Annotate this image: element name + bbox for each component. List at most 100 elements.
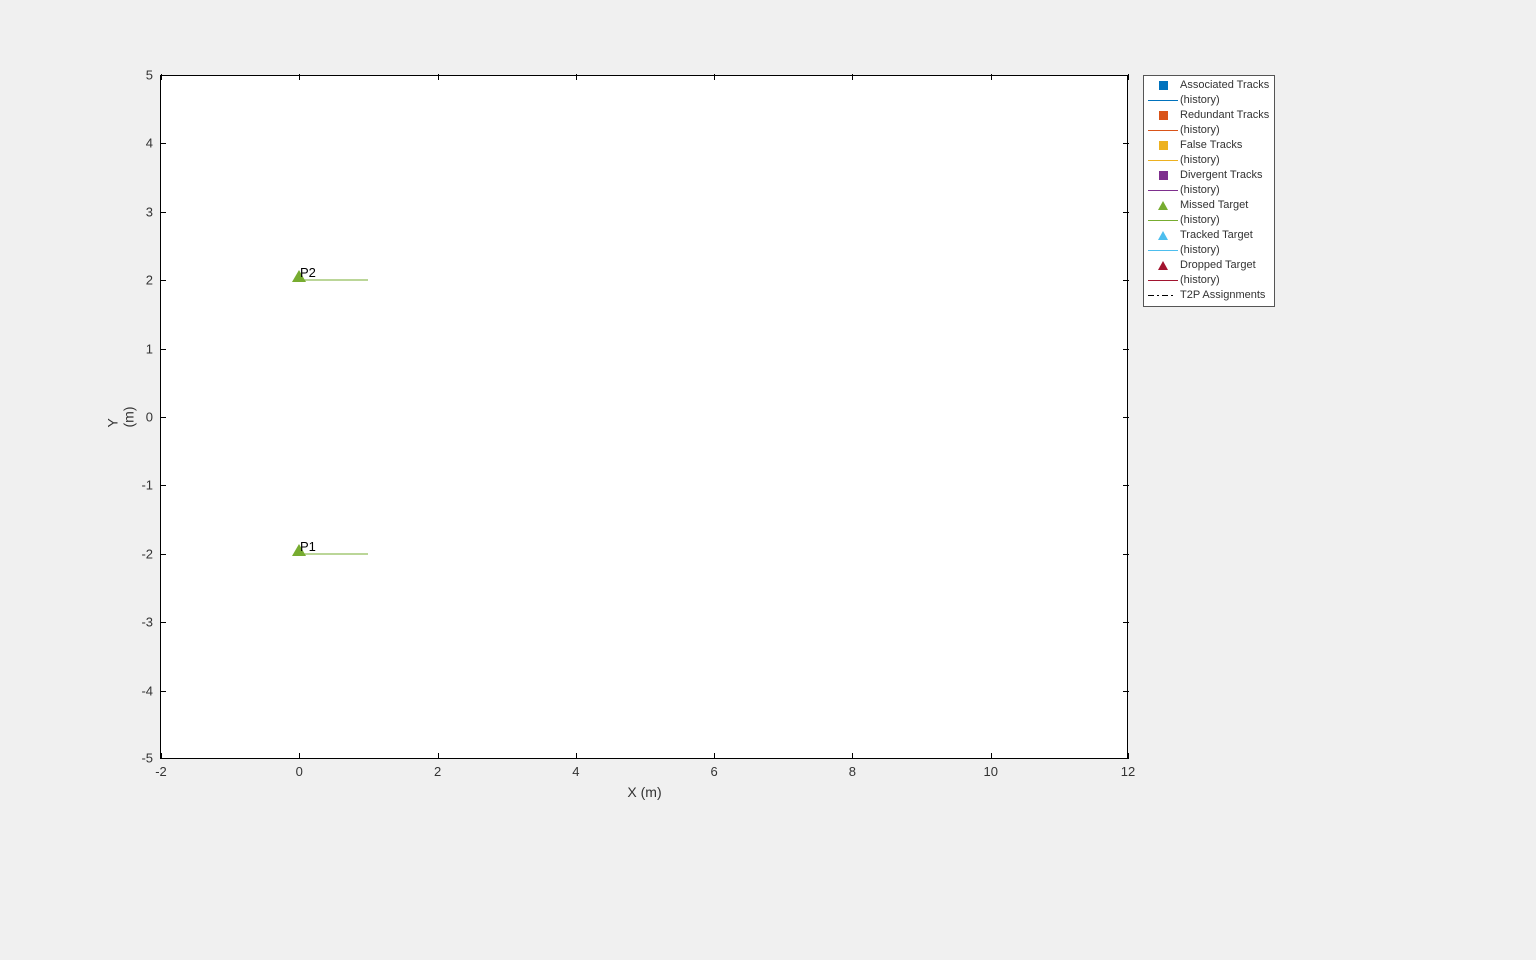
square-icon [1148, 169, 1178, 183]
ytick-right [1123, 349, 1129, 350]
axes[interactable]: -2 0 2 4 6 8 10 12 5 4 3 2 1 0 -1 -2 -3 … [160, 75, 1128, 759]
ytick-right [1123, 485, 1129, 486]
legend-label: (history) [1180, 93, 1220, 108]
legend-label: Missed Target [1180, 198, 1248, 213]
ytick-label: -2 [141, 546, 153, 561]
ytick-right [1123, 75, 1129, 76]
xtick-top [576, 74, 577, 80]
legend-label: (history) [1180, 123, 1220, 138]
xtick-label: 2 [434, 764, 441, 779]
ytick-label: -5 [141, 751, 153, 766]
ytick-right [1123, 554, 1129, 555]
legend-item-associated-history[interactable]: (history) [1148, 93, 1270, 108]
square-icon [1148, 139, 1178, 153]
xtick-top [714, 74, 715, 80]
ytick [160, 758, 166, 759]
legend-label: Divergent Tracks [1180, 168, 1263, 183]
legend-label: Associated Tracks [1180, 78, 1269, 93]
xtick-label: 8 [849, 764, 856, 779]
ytick-label: 1 [146, 341, 153, 356]
legend-label: (history) [1180, 273, 1220, 288]
xtick [438, 753, 439, 759]
xtick [299, 753, 300, 759]
triangle-icon [1148, 259, 1178, 273]
legend-label: (history) [1180, 153, 1220, 168]
ytick [160, 417, 166, 418]
xtick-label: 12 [1121, 764, 1135, 779]
ytick [160, 622, 166, 623]
legend-label: (history) [1180, 183, 1220, 198]
legend-item-false-history[interactable]: (history) [1148, 153, 1270, 168]
legend-item-associated-tracks[interactable]: Associated Tracks [1148, 78, 1270, 93]
axes-top-border [161, 75, 1128, 76]
ytick [160, 212, 166, 213]
xtick [991, 753, 992, 759]
dashdot-line-icon [1148, 289, 1178, 303]
ytick-right [1123, 143, 1129, 144]
point-label-p1: P1 [300, 539, 316, 554]
ytick-label: 5 [146, 68, 153, 83]
square-icon [1148, 109, 1178, 123]
legend-item-missed-target[interactable]: Missed Target [1148, 198, 1270, 213]
ytick-label: -3 [141, 615, 153, 630]
ytick [160, 143, 166, 144]
legend[interactable]: Associated Tracks (history) Redundant Tr… [1143, 75, 1275, 307]
point-label-p2: P2 [300, 265, 316, 280]
ytick-label: -4 [141, 683, 153, 698]
legend-item-dropped-history[interactable]: (history) [1148, 273, 1270, 288]
triangle-icon [1148, 229, 1178, 243]
legend-item-false-tracks[interactable]: False Tracks [1148, 138, 1270, 153]
ytick-right [1123, 691, 1129, 692]
ytick [160, 75, 166, 76]
legend-item-redundant-history[interactable]: (history) [1148, 123, 1270, 138]
xtick-label: 0 [296, 764, 303, 779]
xtick-top [852, 74, 853, 80]
ytick-label: 0 [146, 410, 153, 425]
ytick-right [1123, 417, 1129, 418]
ytick [160, 691, 166, 692]
legend-label: Tracked Target [1180, 228, 1253, 243]
legend-item-dropped-target[interactable]: Dropped Target [1148, 258, 1270, 273]
ytick-right [1123, 622, 1129, 623]
legend-item-redundant-tracks[interactable]: Redundant Tracks [1148, 108, 1270, 123]
line-icon [1148, 154, 1178, 168]
line-icon [1148, 124, 1178, 138]
x-axis-label: X (m) [627, 784, 661, 800]
xtick [852, 753, 853, 759]
xtick [576, 753, 577, 759]
legend-item-tracked-history[interactable]: (history) [1148, 243, 1270, 258]
xtick-label: 10 [983, 764, 997, 779]
legend-item-missed-history[interactable]: (history) [1148, 213, 1270, 228]
xtick [714, 753, 715, 759]
ytick-label: 2 [146, 273, 153, 288]
xtick-top [438, 74, 439, 80]
xtick-label: -2 [155, 764, 167, 779]
legend-label: T2P Assignments [1180, 288, 1265, 303]
ytick [160, 349, 166, 350]
line-icon [1148, 274, 1178, 288]
xtick-top [991, 74, 992, 80]
legend-item-divergent-tracks[interactable]: Divergent Tracks [1148, 168, 1270, 183]
legend-item-t2p-assignments[interactable]: T2P Assignments [1148, 288, 1270, 303]
ytick-label: 4 [146, 136, 153, 151]
legend-label: (history) [1180, 243, 1220, 258]
line-icon [1148, 244, 1178, 258]
ytick-right [1123, 758, 1129, 759]
ytick-right [1123, 280, 1129, 281]
legend-label: (history) [1180, 213, 1220, 228]
line-icon [1148, 94, 1178, 108]
legend-item-tracked-target[interactable]: Tracked Target [1148, 228, 1270, 243]
triangle-icon [1148, 199, 1178, 213]
legend-item-divergent-history[interactable]: (history) [1148, 183, 1270, 198]
ytick-label: -1 [141, 478, 153, 493]
line-icon [1148, 184, 1178, 198]
ytick [160, 280, 166, 281]
legend-label: False Tracks [1180, 138, 1242, 153]
ytick-label: 3 [146, 204, 153, 219]
legend-label: Dropped Target [1180, 258, 1256, 273]
square-icon [1148, 79, 1178, 93]
ytick [160, 485, 166, 486]
xtick-label: 4 [572, 764, 579, 779]
line-icon [1148, 214, 1178, 228]
y-axis-label: Y (m) [105, 406, 137, 427]
